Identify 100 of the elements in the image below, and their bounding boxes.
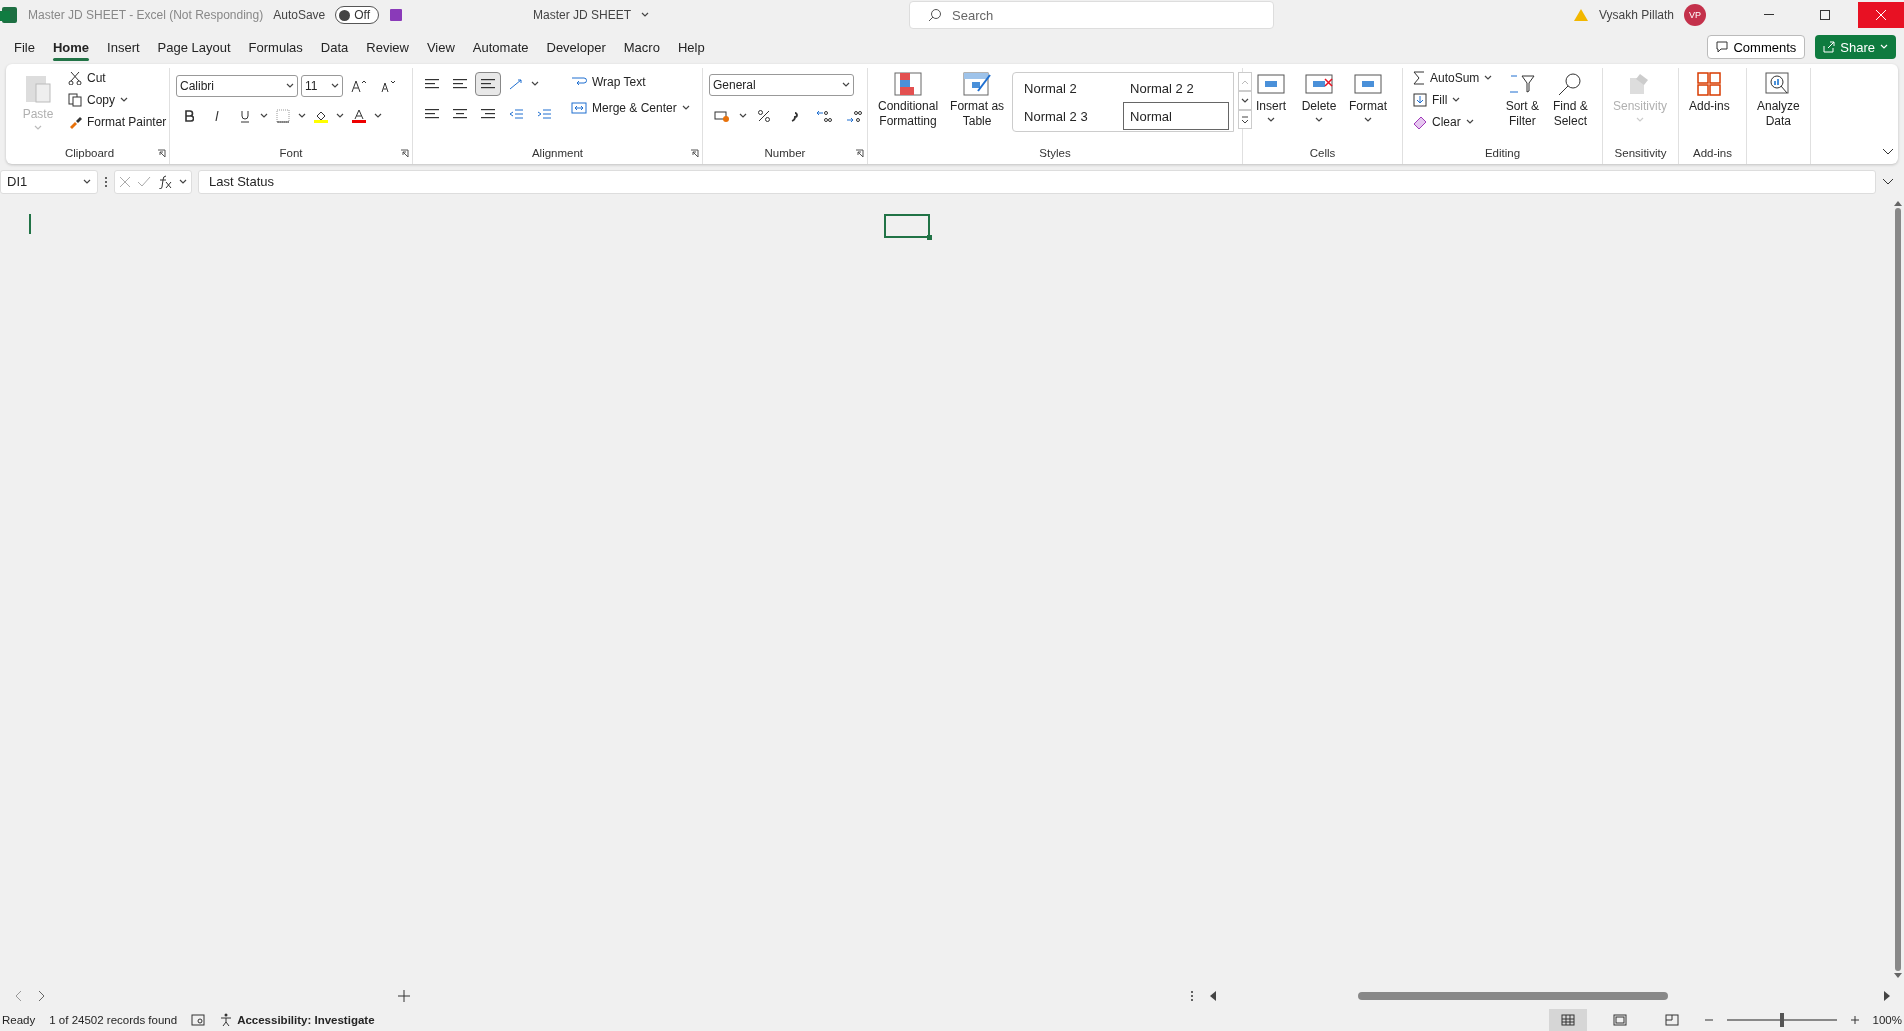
document-name[interactable]: Master JD SHEET: [533, 8, 632, 22]
caret-icon: [1364, 117, 1372, 123]
fill-button[interactable]: Fill: [1409, 90, 1497, 110]
caret-icon: [1484, 75, 1493, 81]
user-name[interactable]: Vysakh Pillath: [1599, 8, 1674, 22]
collapse-ribbon-icon: [1882, 148, 1894, 156]
ribbon-tab[interactable]: Macro: [615, 33, 668, 61]
ribbon-tab[interactable]: Developer: [538, 33, 614, 61]
warning-icon: [1573, 8, 1590, 22]
minimize-icon: [1764, 14, 1774, 16]
caret-icon: [1267, 117, 1275, 123]
scroll-down-icon: [1894, 973, 1902, 979]
clear-button[interactable]: Clear: [1409, 112, 1497, 132]
indent-icon: [537, 108, 551, 120]
search-icon: [928, 8, 943, 22]
dialog-launcher-icon[interactable]: [400, 149, 409, 158]
bottom-align-button[interactable]: [475, 72, 501, 96]
grid-icon: [1354, 72, 1382, 96]
records-count: 1 of 24502 records found: [49, 1014, 178, 1026]
accessibility-status[interactable]: Accessibility: Investigate: [237, 1014, 375, 1026]
caret-icon: [739, 113, 747, 119]
caret-icon: [842, 82, 850, 88]
caret-icon: [1880, 44, 1888, 50]
ribbon-tab[interactable]: Review: [358, 33, 417, 61]
cell-style[interactable]: Normal: [1123, 102, 1230, 130]
number-format-dropdown[interactable]: General: [709, 74, 854, 96]
cells-button[interactable]: Format: [1345, 68, 1391, 127]
more-styles-button[interactable]: [1238, 110, 1253, 129]
user-avatar[interactable]: VP: [1684, 4, 1706, 26]
vertical-scrollbar[interactable]: [1895, 208, 1901, 971]
share-button[interactable]: Share: [1815, 35, 1896, 59]
wrap-text-button[interactable]: Wrap Text: [567, 72, 694, 92]
zoom-out-icon: [1704, 1016, 1713, 1024]
macro-record-icon: [191, 1014, 206, 1026]
group-label: Cells: [1309, 146, 1336, 161]
horizontal-scrollbar[interactable]: [1358, 992, 1668, 1000]
shrink-font-icon: [380, 79, 396, 93]
add-sheet-icon: [398, 990, 410, 1002]
italic-icon: [212, 110, 222, 122]
scroll-right-icon: [1884, 991, 1890, 1001]
window-title: Master JD SHEET - Excel (Not Responding): [28, 8, 264, 22]
view-button[interactable]: [1548, 1009, 1587, 1031]
comments-button[interactable]: Comments: [1707, 35, 1806, 59]
normal-view-icon: [1560, 1014, 1575, 1026]
group-label: Clipboard: [64, 146, 115, 161]
cell-selection: [884, 214, 930, 238]
copy-icon: [68, 93, 82, 107]
dialog-launcher-icon[interactable]: [855, 149, 864, 158]
group-label: Number: [764, 146, 806, 161]
autosave-toggle[interactable]: Off: [335, 6, 380, 24]
scroll-down-button[interactable]: [1238, 91, 1253, 110]
status-mode: Ready: [2, 1014, 36, 1026]
bold-icon: [184, 110, 194, 122]
cells-button[interactable]: Insert: [1249, 68, 1293, 127]
save-icon: [389, 8, 404, 22]
caret-icon: [331, 83, 339, 89]
format-as-table-button[interactable]: Format as Table: [946, 68, 1009, 133]
cut-button[interactable]: Cut: [64, 68, 171, 88]
ribbon-tab[interactable]: File: [6, 33, 43, 61]
font-name-dropdown[interactable]: Calibri: [176, 75, 298, 97]
increase-decimal-icon: [816, 109, 832, 123]
cells-button[interactable]: Delete: [1297, 68, 1341, 127]
sort-filter-button[interactable]: Sort & Filter: [1500, 68, 1545, 133]
format-painter-button[interactable]: Format Painter: [64, 112, 171, 132]
zoom-in-icon: [1850, 1016, 1859, 1024]
search-field[interactable]: Search: [909, 1, 1275, 29]
function-icon: [157, 174, 173, 189]
merge-cells-icon: [571, 101, 587, 115]
borders-icon: [276, 109, 290, 123]
add-ins-button[interactable]: Add-ins: [1685, 68, 1734, 118]
conditional-formatting-button[interactable]: Conditional Formatting: [874, 68, 943, 133]
ribbon-tab[interactable]: Insert: [99, 33, 148, 61]
analyze-data-button[interactable]: Analyze Data: [1753, 68, 1804, 133]
ribbon-tab[interactable]: Data: [312, 33, 357, 61]
ribbon-tab[interactable]: View: [418, 33, 463, 61]
name-box[interactable]: DI1: [0, 169, 98, 194]
autosum-button[interactable]: AutoSum: [1409, 68, 1497, 88]
zoom-level[interactable]: 100%: [1872, 1014, 1902, 1026]
ribbon-tab[interactable]: Automate: [464, 33, 537, 61]
formula-buttons[interactable]: [114, 169, 192, 194]
group-label: Styles: [1039, 146, 1071, 161]
outdent-icon: [509, 108, 523, 120]
dialog-launcher-icon[interactable]: [157, 149, 166, 158]
page-break-icon: [1664, 1014, 1679, 1026]
ribbon-tab[interactable]: Help: [669, 33, 713, 61]
copy-button[interactable]: Copy: [64, 90, 171, 110]
check-icon: [137, 175, 151, 188]
ribbon-tab[interactable]: Page Layout: [149, 33, 239, 61]
merge-center-button[interactable]: Merge & Center: [567, 98, 694, 118]
dialog-launcher-icon[interactable]: [690, 149, 699, 158]
font-size-dropdown[interactable]: 11: [301, 75, 343, 97]
zoom-thumb[interactable]: [1779, 1013, 1784, 1027]
find-select-button[interactable]: Find & Select: [1548, 68, 1593, 133]
restore-icon: [1820, 10, 1830, 20]
ribbon-tab[interactable]: Formulas: [240, 33, 311, 61]
excel-logo-icon: [0, 6, 18, 24]
ribbon-tab[interactable]: Home: [44, 33, 98, 61]
cancel-icon: [119, 175, 131, 188]
next-sheet-icon: [38, 990, 46, 1002]
formula-input[interactable]: Last Status: [198, 169, 1876, 194]
